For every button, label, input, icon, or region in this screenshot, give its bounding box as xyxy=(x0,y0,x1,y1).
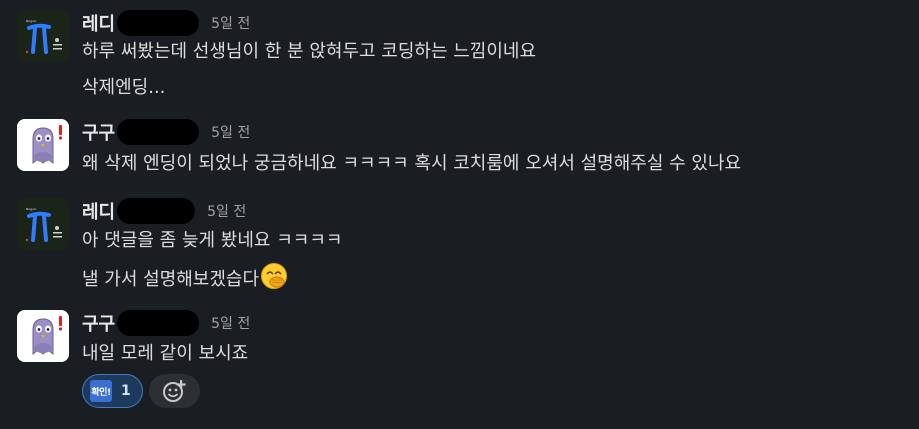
message-text: 내일 모레 같이 보시죠 xyxy=(82,343,249,364)
message-text: 낼 가서 설명해보겠습다 xyxy=(82,269,260,290)
message-text: 아 댓글을 좀 늦게 봤네요 ㅋㅋㅋㅋ xyxy=(82,230,343,251)
timestamp[interactable]: 5일 전 xyxy=(211,13,250,33)
reaction-confirm-button[interactable]: 확인! 1 xyxy=(82,374,143,408)
redacted-name-block xyxy=(117,10,200,36)
timestamp[interactable]: 5일 전 xyxy=(211,122,250,142)
username[interactable]: 구구 xyxy=(82,119,115,145)
purple-pigeon-icon xyxy=(17,310,69,362)
username[interactable]: 레디 xyxy=(82,198,115,224)
message-text: 하루 써봤는데 선생님이 한 분 앉혀두고 코딩하는 느낌이네요 xyxy=(82,41,537,62)
reaction-bar: 확인! 1 xyxy=(82,374,200,408)
redacted-name-block xyxy=(117,198,196,224)
purple-pigeon-icon xyxy=(17,119,69,171)
message-header: 레디 5일 전 xyxy=(82,10,250,36)
redacted-name-block xyxy=(117,119,200,145)
message-header: 구구 5일 전 xyxy=(82,119,250,145)
message-thread: ᴺᵒᵍᵒᵒ 레디 5일 전 하루 써봤는데 선생님이 한 분 앉혀두고 코딩하는… xyxy=(0,0,919,429)
timestamp[interactable]: 5일 전 xyxy=(207,201,246,221)
blue-pi-character-icon: ᴺᵒᵍᵒᵒ xyxy=(17,10,69,62)
add-reaction-button[interactable] xyxy=(149,374,200,408)
message-header: 레디 5일 전 xyxy=(82,198,246,224)
username[interactable]: 구구 xyxy=(82,310,115,336)
user-avatar[interactable]: ᴺᵒᵍᵒᵒ xyxy=(17,10,69,62)
message-text: 왜 삭제 엔딩이 되었나 궁금하네요 ㅋㅋㅋㅋ 혹시 코치룸에 오셔서 설명해주… xyxy=(82,153,742,174)
redacted-name-block xyxy=(117,310,200,336)
user-avatar[interactable]: ᴺᵒᵍᵒᵒ xyxy=(17,198,69,250)
add-reaction-icon xyxy=(162,380,186,402)
reaction-count: 1 xyxy=(121,383,131,399)
confirm-badge-emoji-icon: 확인! xyxy=(90,380,112,402)
timestamp[interactable]: 5일 전 xyxy=(211,313,250,333)
user-avatar[interactable] xyxy=(17,119,69,171)
message-header: 구구 5일 전 xyxy=(82,310,250,336)
user-avatar[interactable] xyxy=(17,310,69,362)
hand-over-mouth-emoji-icon xyxy=(260,262,288,298)
message-text: 삭제엔딩... xyxy=(82,77,166,98)
username[interactable]: 레디 xyxy=(82,10,115,36)
message-text-with-emoji: 낼 가서 설명해보겠습다 xyxy=(82,262,288,298)
blue-pi-character-icon: ᴺᵒᵍᵒᵒ xyxy=(17,198,69,250)
